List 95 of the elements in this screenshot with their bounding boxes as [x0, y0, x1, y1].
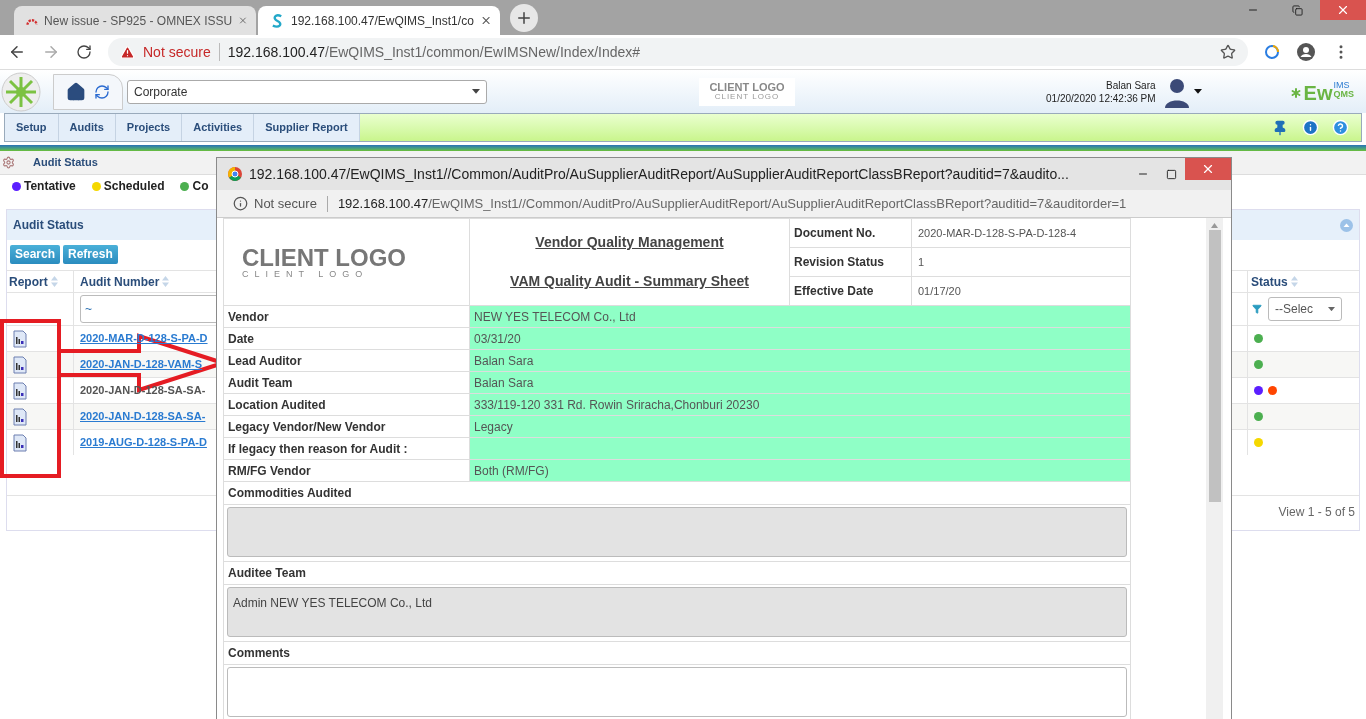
meta-value: 01/17/20: [917, 283, 962, 299]
plus-icon: [515, 9, 533, 27]
field-label: Location Audited: [228, 396, 326, 414]
field-value: 03/31/20: [470, 328, 1130, 349]
status-filter-select[interactable]: --Selec: [1268, 297, 1342, 321]
menu-item[interactable]: Supplier Report: [254, 114, 360, 141]
legend-label: Scheduled: [103, 178, 165, 195]
report-icon[interactable]: [13, 381, 27, 400]
audit-number-link[interactable]: 2020-JAN-D-128-SA-SA-: [80, 408, 206, 425]
tab-title: 192.168.100.47/EwQIMS_Inst1/co: [291, 12, 474, 30]
column-header[interactable]: Status: [1251, 272, 1288, 291]
meta-value: 2020-MAR-D-128-S-PA-D-128-4: [917, 225, 1078, 241]
section-label: Auditee Team: [228, 565, 306, 582]
menu-item[interactable]: Setup: [5, 114, 59, 141]
maximize-icon[interactable]: [1165, 168, 1177, 180]
help-icon[interactable]: [1332, 119, 1349, 136]
refresh-icon[interactable]: [94, 83, 110, 100]
section-label: Commodities Audited: [228, 485, 352, 502]
breadcrumb-item[interactable]: Audit Status: [33, 154, 98, 171]
profile-icon[interactable]: [1296, 42, 1316, 62]
close-icon[interactable]: [479, 14, 492, 27]
legend-label: Tentative: [24, 178, 76, 195]
audit-number: 2020-JAN-D-128-SA-SA-: [80, 383, 206, 399]
popup-title: 192.168.100.47/EwQIMS_Inst1//Common/AuditPro/AuSupplierAuditReport/AuSupplierAuditReportClassBReport?auditid=7&audito...: [249, 164, 1070, 184]
user-name: Balan Sara: [1106, 78, 1156, 92]
extension-icon[interactable]: [1264, 44, 1280, 60]
brand-name: Ew: [1303, 82, 1333, 103]
field-value: Balan Sara: [470, 350, 1130, 371]
url-text: 192.168.100.47/EwQIMS_Inst1/common/EwIMSNew/Index/Index#: [227, 42, 642, 62]
home-icon[interactable]: [66, 81, 86, 102]
field-label: RM/FG Vendor: [228, 462, 311, 480]
meta-label: Revision Status: [794, 254, 885, 271]
menu-item[interactable]: Activities: [182, 114, 255, 141]
menu-item[interactable]: Audits: [58, 114, 116, 141]
section-label: Comments: [228, 645, 290, 662]
field-value: Legacy: [470, 416, 1130, 437]
warning-icon: [120, 44, 135, 60]
swirl-icon: [270, 12, 285, 29]
field-label: Lead Auditor: [228, 352, 302, 370]
meta-label: Document No.: [794, 225, 876, 242]
field-value: Both (RM/FG): [470, 460, 1130, 481]
report-icon[interactable]: [13, 407, 27, 426]
scroll-up-icon[interactable]: [1211, 223, 1218, 228]
security-label: Not secure: [254, 194, 317, 213]
client-logo: CLIENT LOGO CLIENT LOGO: [699, 77, 795, 106]
chrome-icon: [227, 166, 243, 182]
field-label: Audit Team: [228, 374, 293, 392]
browser-tab[interactable]: New issue - SP925 - OMNEX ISSU: [14, 6, 256, 35]
field-value: Balan Sara: [470, 372, 1130, 393]
field-label: Vendor: [228, 308, 269, 326]
client-logo: CLIENT LOGO CLIENT LOGO: [224, 219, 470, 305]
report-title: VAM Quality Audit - Summary Sheet: [510, 272, 749, 291]
report-icon[interactable]: [13, 329, 27, 348]
info-icon[interactable]: [233, 196, 248, 211]
pin-icon[interactable]: [1272, 119, 1288, 136]
field-value: NEW YES TELECOM Co., Ltd: [470, 306, 1130, 327]
menu-item[interactable]: Projects: [115, 114, 183, 141]
report-icon[interactable]: [13, 355, 27, 374]
address-bar[interactable]: Not secure 192.168.100.47/EwQIMS_Inst1/common/EwIMSNew/Index/Index#: [108, 38, 1248, 66]
security-label: Not secure: [143, 42, 211, 62]
column-header[interactable]: Report: [9, 272, 48, 291]
meta-value: 1: [917, 254, 926, 270]
field-label: If legacy then reason for Audit :: [228, 440, 408, 458]
pager-text: View 1 - 5 of 5: [1278, 503, 1355, 521]
caret-icon[interactable]: [1193, 89, 1202, 94]
field-value: 333/119-120 331 Rd. Rowin Sriracha,Chonburi 20230: [470, 394, 1130, 415]
brand-superscript: IMS: [1333, 80, 1350, 90]
report-icon[interactable]: [13, 433, 27, 452]
scrollbar[interactable]: [1206, 218, 1223, 719]
browser-tab[interactable]: 192.168.100.47/EwQIMS_Inst1/co: [258, 6, 500, 35]
date-time: 01/20/2020 12:42:36 PM: [1046, 91, 1156, 105]
legend-label: Co: [192, 178, 209, 195]
brand-subscript: QMS: [1333, 89, 1354, 99]
field-label: Date: [228, 330, 254, 348]
close-icon: [1336, 3, 1350, 17]
url-text: 192.168.100.47/EwQIMS_Inst1//Common/AuditPro/AuSupplierAuditReport/AuSupplierAuditReportClassBReport?auditid=7&auditorder=1: [337, 194, 1127, 213]
audit-number-link[interactable]: 2020-JAN-D-128-VAM-S: [80, 356, 203, 373]
report-title: Vendor Quality Management: [535, 233, 724, 252]
site-select[interactable]: Corporate: [127, 79, 487, 104]
reload-icon[interactable]: [76, 44, 92, 60]
gear-icon: [2, 156, 15, 169]
caret-icon[interactable]: [472, 89, 480, 94]
restore-icon[interactable]: [1292, 4, 1303, 16]
filter-icon[interactable]: [1252, 304, 1262, 314]
column-header[interactable]: Audit Number: [80, 272, 160, 291]
star-icon[interactable]: [1220, 44, 1236, 60]
panel-title: Audit Status: [13, 217, 84, 234]
text-area[interactable]: Admin NEW YES TELECOM Co., Ltd: [227, 587, 1127, 637]
back-icon[interactable]: [8, 43, 26, 61]
tab-title: New issue - SP925 - OMNEX ISSU: [44, 12, 233, 30]
meta-label: Effective Date: [794, 283, 874, 300]
new-tab-button[interactable]: [510, 4, 538, 32]
field-label: Legacy Vendor/New Vendor: [228, 418, 386, 436]
audit-number-link[interactable]: 2019-AUG-D-128-S-PA-D: [80, 434, 207, 451]
close-icon: [1201, 162, 1215, 176]
